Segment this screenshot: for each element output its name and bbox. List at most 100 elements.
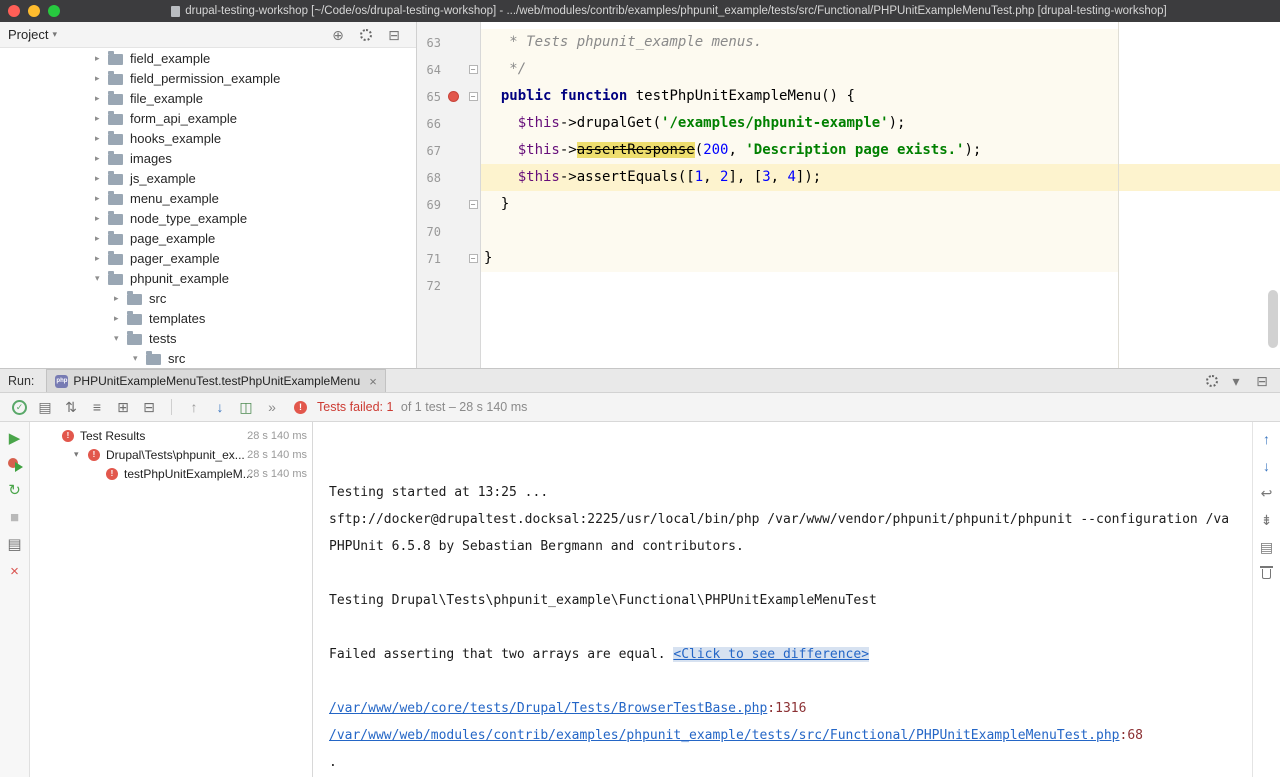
chevron-right-icon[interactable]: ▸: [95, 93, 108, 104]
failed-test-gutter-icon[interactable]: [448, 91, 459, 102]
tree-item-js_example[interactable]: ▸js_example: [0, 168, 416, 188]
hide-panel-icon[interactable]: ⊟: [386, 28, 402, 42]
tree-item-menu_example[interactable]: ▸menu_example: [0, 188, 416, 208]
sort-by-duration-icon[interactable]: ⇅: [63, 400, 79, 414]
fold-region-icon[interactable]: −: [469, 65, 478, 74]
print-icon[interactable]: ▤: [1259, 538, 1275, 555]
test-console[interactable]: Testing started at 13:25 ...sftp://docke…: [321, 422, 1252, 777]
editor-line-64[interactable]: 64− */: [417, 56, 1280, 83]
tree-item-field_example[interactable]: ▸field_example: [0, 48, 416, 68]
stop-icon[interactable]: ■: [7, 509, 23, 526]
chevron-right-icon[interactable]: ▸: [114, 293, 127, 304]
test-history-icon[interactable]: ▤: [7, 536, 23, 553]
soft-wrap-icon[interactable]: ↩: [1259, 484, 1275, 501]
test-tree-item[interactable]: ▾!Drupal\Tests\phpunit_ex...28 s 140 ms: [30, 445, 312, 464]
chevron-right-icon[interactable]: ▸: [95, 53, 108, 64]
up-stacktrace-icon[interactable]: ↑: [1259, 430, 1275, 447]
scroll-to-end-icon[interactable]: ⇟: [1259, 511, 1275, 528]
close-icon[interactable]: ×: [7, 563, 23, 580]
gear-icon[interactable]: [1206, 375, 1218, 387]
editor-line-71[interactable]: 71−}: [417, 245, 1280, 272]
chevron-right-icon[interactable]: ▸: [95, 213, 108, 224]
project-header-icons: ⊕⊟: [330, 28, 402, 42]
tree-item-pager_example[interactable]: ▸pager_example: [0, 248, 416, 268]
zoom-window-button[interactable]: [48, 5, 60, 17]
expand-all-icon[interactable]: ⊞: [115, 400, 131, 414]
console-link[interactable]: <Click to see difference>: [673, 647, 869, 662]
chevron-down-icon[interactable]: ▾: [114, 333, 127, 344]
tree-item-node_type_example[interactable]: ▸node_type_example: [0, 208, 416, 228]
chevron-right-icon[interactable]: ▸: [95, 193, 108, 204]
tree-item-templates[interactable]: ▸ templates: [0, 308, 416, 328]
next-failed-test-icon[interactable]: ↓: [212, 400, 228, 414]
toggle-auto-test-icon[interactable]: ↻: [7, 482, 23, 499]
close-tab-icon[interactable]: ×: [369, 374, 377, 389]
tree-item-form_api_example[interactable]: ▸form_api_example: [0, 108, 416, 128]
test-tree-item[interactable]: !testPhpUnitExampleM...28 s 140 ms: [30, 464, 312, 483]
chevron-down-icon[interactable]: ▾: [74, 449, 88, 460]
console-link[interactable]: /var/www/web/core/tests/Drupal/Tests/Bro…: [329, 701, 767, 716]
tree-item-label: templates: [149, 311, 205, 326]
gear-icon[interactable]: [360, 29, 372, 41]
chevron-down-icon[interactable]: ▾: [133, 353, 146, 364]
rerun-failed-tests-icon[interactable]: [8, 457, 22, 472]
caret-down-icon[interactable]: ▾: [1228, 374, 1244, 388]
clear-console-icon[interactable]: [1262, 569, 1271, 579]
chevron-right-icon[interactable]: ▸: [114, 313, 127, 324]
sort-alphabetically-icon[interactable]: ≡: [89, 400, 105, 414]
tree-item-src[interactable]: ▸src: [0, 288, 416, 308]
editor-line-66[interactable]: 66 $this->drupalGet('/examples/phpunit-e…: [417, 110, 1280, 137]
editor-line-63[interactable]: 63 * Tests phpunit_example menus.: [417, 29, 1280, 56]
tree-item-page_example[interactable]: ▸page_example: [0, 228, 416, 248]
editor[interactable]: 63 * Tests phpunit_example menus.64− */6…: [417, 22, 1280, 368]
editor-scrollbar[interactable]: [1268, 290, 1278, 348]
editor-line-70[interactable]: 70: [417, 218, 1280, 245]
chevron-right-icon[interactable]: ▸: [95, 233, 108, 244]
folder-icon: [108, 214, 123, 225]
chevron-right-icon[interactable]: ▸: [95, 133, 108, 144]
run-tab[interactable]: php PHPUnitExampleMenuTest.testPhpUnitEx…: [46, 369, 385, 392]
show-console-icon[interactable]: ▤: [37, 400, 53, 414]
chevron-right-icon[interactable]: ▸: [95, 173, 108, 184]
editor-line-67[interactable]: 67 $this->assertResponse(200, 'Descripti…: [417, 137, 1280, 164]
down-stacktrace-icon[interactable]: ↓: [1259, 457, 1275, 474]
editor-line-72[interactable]: 72: [417, 272, 1280, 299]
editor-line-68[interactable]: 68 $this->assertEquals([1, 2], [3, 4]);: [417, 164, 1280, 191]
more-actions-icon[interactable]: »: [264, 400, 280, 414]
console-text: Testing Drupal\Tests\phpunit_example\Fun…: [329, 593, 877, 608]
hide-panel-icon[interactable]: ⊟: [1254, 374, 1270, 388]
locate-file-icon[interactable]: ⊕: [330, 28, 346, 42]
test-tree-item[interactable]: !Test Results28 s 140 ms: [30, 426, 312, 445]
fold-region-icon[interactable]: −: [469, 200, 478, 209]
tree-item-file_example[interactable]: ▸file_example: [0, 88, 416, 108]
show-passed-icon[interactable]: ✓: [12, 400, 27, 415]
chevron-right-icon[interactable]: ▸: [95, 253, 108, 264]
tree-item-hooks_example[interactable]: ▸hooks_example: [0, 128, 416, 148]
tree-item-src[interactable]: ▾src: [0, 348, 416, 368]
minimize-window-button[interactable]: [28, 5, 40, 17]
editor-line-69[interactable]: 69− }: [417, 191, 1280, 218]
console-output: Testing started at 13:25 ...sftp://docke…: [329, 479, 1252, 776]
chevron-right-icon[interactable]: ▸: [95, 73, 108, 84]
console-text: Testing started at 13:25 ...: [329, 485, 548, 500]
line-number: 66: [417, 117, 441, 131]
open-results-icon[interactable]: ◫: [238, 400, 254, 414]
console-link[interactable]: /var/www/web/modules/contrib/examples/ph…: [329, 728, 1120, 743]
fold-region-icon[interactable]: −: [469, 254, 478, 263]
collapse-all-icon[interactable]: ⊟: [141, 400, 157, 414]
editor-line-65[interactable]: 65− public function testPhpUnitExampleMe…: [417, 83, 1280, 110]
tree-item-tests[interactable]: ▾tests: [0, 328, 416, 348]
folder-icon: [108, 134, 123, 145]
rerun-tests-icon[interactable]: ▶: [7, 430, 23, 447]
tree-item-field_permission_example[interactable]: ▸field_permission_example: [0, 68, 416, 88]
folder-icon: [108, 154, 123, 165]
chevron-right-icon[interactable]: ▸: [95, 113, 108, 124]
chevron-right-icon[interactable]: ▸: [95, 153, 108, 164]
fold-region-icon[interactable]: −: [469, 92, 478, 101]
close-window-button[interactable]: [8, 5, 20, 17]
previous-failed-test-icon[interactable]: ↑: [186, 400, 202, 414]
tree-item-phpunit_example[interactable]: ▾phpunit_example: [0, 268, 416, 288]
tree-item-images[interactable]: ▸images: [0, 148, 416, 168]
chevron-down-icon[interactable]: ▾: [95, 273, 108, 284]
project-tool-window-title[interactable]: Project ▾: [8, 27, 57, 42]
